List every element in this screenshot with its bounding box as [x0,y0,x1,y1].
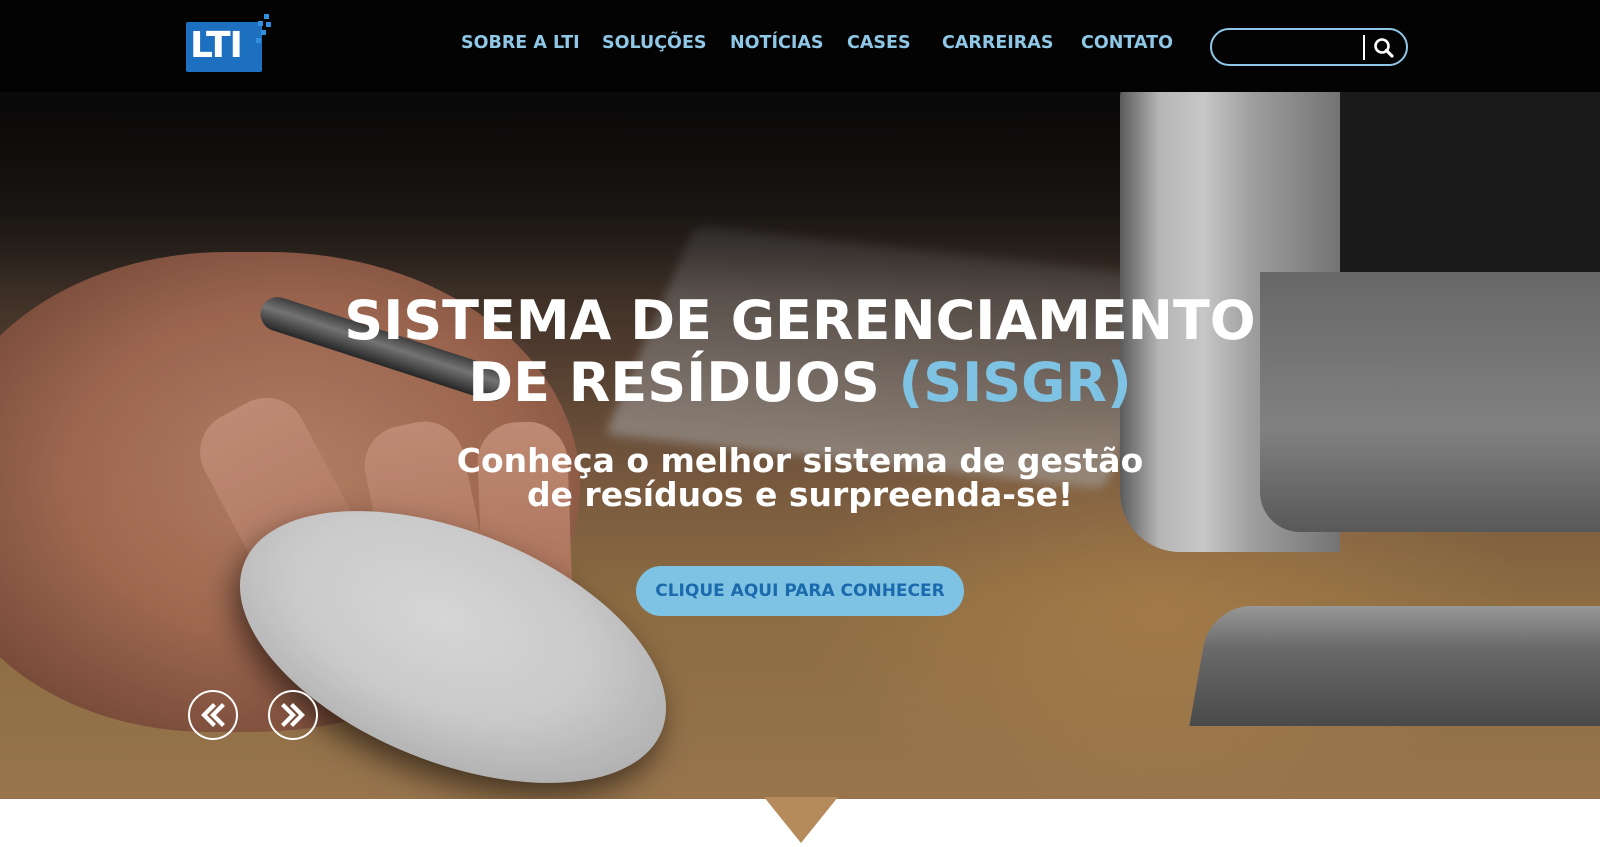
double-chevron-left-icon [201,703,225,727]
search-divider [1363,35,1365,60]
hero-title-line2: DE RESÍDUOS (SISGR) [0,352,1600,414]
nav-item-carreiras[interactable]: CARREIRAS [942,33,1053,53]
double-chevron-right-icon [281,703,305,727]
lti-logo[interactable]: LTI [186,14,274,74]
hero-title: SISTEMA DE GERENCIAMENTO DE RESÍDUOS (SI… [0,290,1600,414]
top-navigation-bar: LTI SOBRE A LTI SOLUÇÕES NOTÍCIAS CASES … [0,0,1600,92]
logo-text: LTI [190,25,243,66]
slider-prev-button[interactable] [188,690,238,740]
logo-pixel [266,22,271,27]
hero-subtitle-line2: de resíduos e surpreenda-se! [526,475,1074,514]
logo-pixel [258,21,263,26]
search-icon [1374,38,1394,58]
slider-next-button[interactable] [268,690,318,740]
hero-bottom-notch [764,797,838,843]
search-button[interactable] [1370,34,1400,62]
search-box [1210,28,1408,66]
nav-item-contato[interactable]: CONTATO [1081,33,1173,53]
hero-banner: SISTEMA DE GERENCIAMENTO DE RESÍDUOS (SI… [0,92,1600,799]
hero-title-line2-main: DE RESÍDUOS [468,351,880,414]
logo-pixel [264,14,269,19]
search-input[interactable] [1228,34,1362,62]
hero-subtitle: Conheça o melhor sistema de gestão de re… [0,444,1600,512]
logo-pixel [256,38,261,43]
hero-title-line1: SISTEMA DE GERENCIAMENTO [344,289,1256,352]
page: LTI SOBRE A LTI SOLUÇÕES NOTÍCIAS CASES … [0,0,1600,847]
nav-item-cases[interactable]: CASES [847,33,911,53]
cta-button[interactable]: CLIQUE AQUI PARA CONHECER [636,566,964,616]
nav-item-sobre-a-lti[interactable]: SOBRE A LTI [461,33,580,53]
hero-title-accent: (SISGR) [898,351,1132,414]
nav-item-noticias[interactable]: NOTÍCIAS [730,33,823,53]
hero-subtitle-line1: Conheça o melhor sistema de gestão [456,441,1144,480]
logo-pixel [261,30,266,35]
nav-item-solucoes[interactable]: SOLUÇÕES [602,33,707,53]
